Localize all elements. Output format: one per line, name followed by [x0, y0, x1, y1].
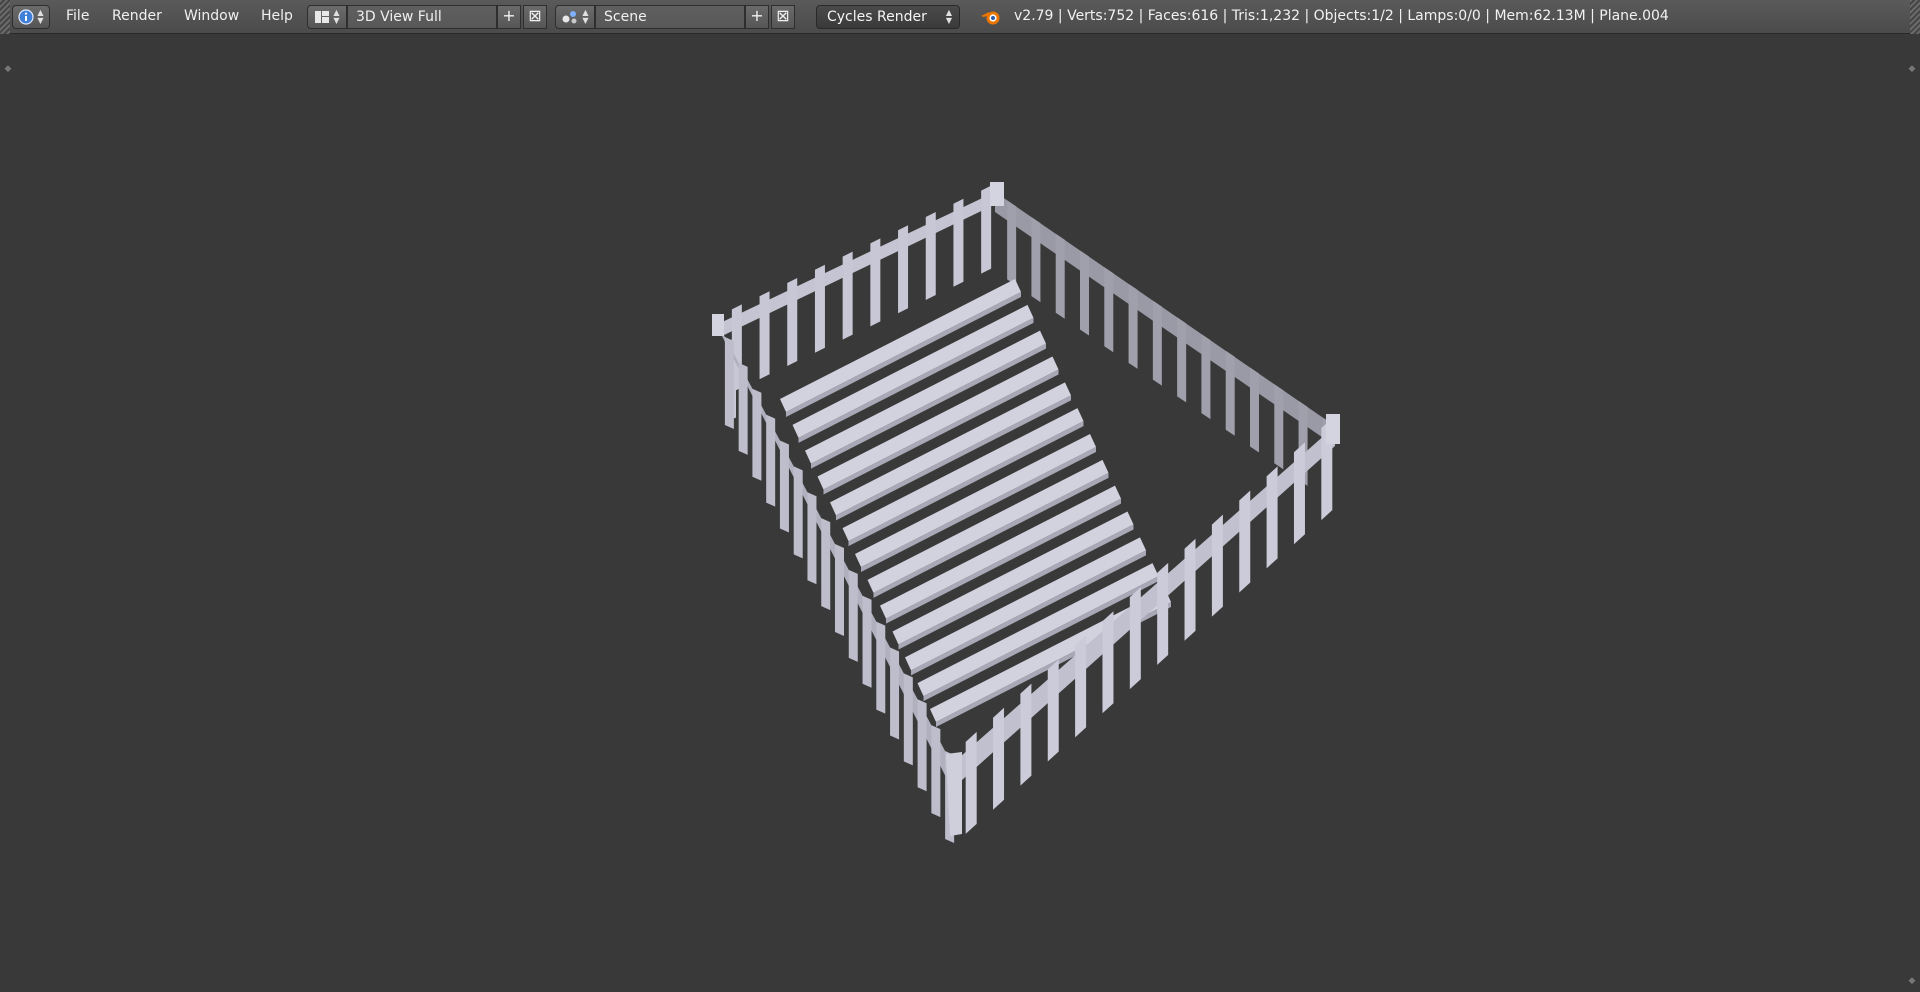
crib-slat — [1047, 659, 1059, 762]
3d-viewport[interactable]: ◆ ◆ ◆ — [0, 34, 1920, 992]
crib-slat — [1211, 514, 1223, 617]
crib-slat — [1020, 683, 1032, 786]
crib-slat — [814, 264, 825, 353]
crib-slat — [787, 278, 798, 366]
crib-slat — [876, 621, 886, 714]
crib-slat — [1177, 317, 1187, 403]
crib-slat — [981, 185, 992, 274]
crib-slat — [1184, 538, 1196, 641]
crib-slat — [1128, 283, 1138, 369]
screen-layout-icon — [314, 11, 329, 23]
crib-slat — [1239, 490, 1251, 593]
crib-slat — [1201, 334, 1211, 420]
crib-slat — [752, 388, 762, 481]
crib-slat — [1080, 250, 1089, 336]
crib-slat — [1055, 233, 1065, 319]
crib-slat — [1157, 562, 1169, 665]
scene-icon — [562, 11, 576, 24]
crib-slat — [793, 466, 803, 559]
crib-slat — [1007, 200, 1017, 286]
add-screen-layout-button[interactable]: + — [497, 5, 521, 29]
menu-help[interactable]: Help — [261, 8, 293, 24]
blender-logo-icon — [981, 11, 1000, 25]
area-split-corner-top-right[interactable]: ◆ — [1907, 64, 1917, 74]
menu-window[interactable]: Window — [184, 8, 239, 24]
crib-slat — [1274, 384, 1284, 470]
crib-slat — [931, 725, 941, 818]
crib-slat — [807, 492, 817, 585]
crib-slat — [1104, 267, 1114, 353]
updown-arrows-icon: ▲ ▼ — [37, 8, 44, 25]
scene-statistics: v2.79 | Verts:752 | Faces:616 | Tris:1,2… — [1014, 8, 1669, 24]
crib-slat — [848, 569, 858, 662]
crib-slat — [903, 673, 913, 766]
crib-slat — [1031, 217, 1041, 303]
updown-arrows-icon: ▲ ▼ — [582, 8, 589, 25]
crib-slat — [766, 414, 776, 507]
crib-slat — [1102, 611, 1114, 714]
crib-slat — [862, 595, 872, 688]
crib-slat — [1266, 466, 1278, 569]
editor-type-button[interactable]: ▲ ▼ — [12, 5, 50, 29]
info-icon — [17, 9, 34, 25]
menu-file[interactable]: File — [66, 8, 89, 24]
crib-slat — [738, 362, 748, 455]
crib-slat — [898, 225, 909, 314]
scene-name-field[interactable]: Scene — [595, 5, 745, 29]
render-engine-label: Cycles Render — [827, 9, 927, 25]
header-drag-handle-left[interactable] — [0, 0, 10, 34]
crib-slat — [1250, 367, 1259, 453]
crib-3d-model[interactable] — [690, 174, 1350, 854]
crib-slat — [1225, 350, 1235, 436]
crib-slat — [953, 198, 964, 287]
updown-arrows-icon: ▲ ▼ — [333, 8, 340, 25]
info-header: ▲ ▼ File Render Window Help ▲ ▼ 3D View Fu… — [0, 0, 1920, 34]
delete-screen-layout-button[interactable]: ⊠ — [523, 5, 547, 29]
crib-slat — [1152, 300, 1162, 386]
crib-slat — [724, 336, 734, 429]
crib-slat — [965, 731, 977, 834]
plus-icon: + — [750, 6, 764, 25]
scene-browse-button[interactable]: ▲ ▼ — [555, 5, 595, 29]
crib-slat — [835, 544, 844, 636]
crib-slat — [1129, 587, 1141, 690]
screen-layout-name-field[interactable]: 3D View Full — [347, 5, 497, 29]
crib-slat — [821, 518, 831, 611]
crib-slat — [925, 212, 936, 300]
crib-slat — [993, 707, 1005, 810]
crib-slat — [917, 699, 927, 792]
render-engine-dropdown[interactable]: Cycles Render ▲ ▼ — [816, 5, 960, 29]
screen-layout-browse-button[interactable]: ▲ ▼ — [307, 5, 347, 29]
close-icon: ⊠ — [776, 6, 790, 25]
updown-arrows-icon: ▲ ▼ — [945, 8, 953, 25]
header-drag-handle-right[interactable] — [1910, 0, 1920, 34]
close-icon: ⊠ — [528, 6, 542, 25]
crib-slat — [1075, 635, 1087, 738]
delete-scene-button[interactable]: ⊠ — [771, 5, 795, 29]
crib-slat — [1293, 442, 1305, 545]
plus-icon: + — [502, 6, 516, 25]
crib-slat — [779, 440, 789, 533]
menu-render[interactable]: Render — [112, 8, 162, 24]
crib-slat — [870, 238, 881, 327]
area-split-corner-top-left[interactable]: ◆ — [3, 64, 13, 74]
area-split-corner-bottom-right[interactable]: ◆ — [1907, 976, 1917, 986]
crib-slat — [842, 251, 853, 340]
add-scene-button[interactable]: + — [745, 5, 769, 29]
crib-slat — [890, 647, 900, 740]
crib-slat — [759, 291, 770, 380]
